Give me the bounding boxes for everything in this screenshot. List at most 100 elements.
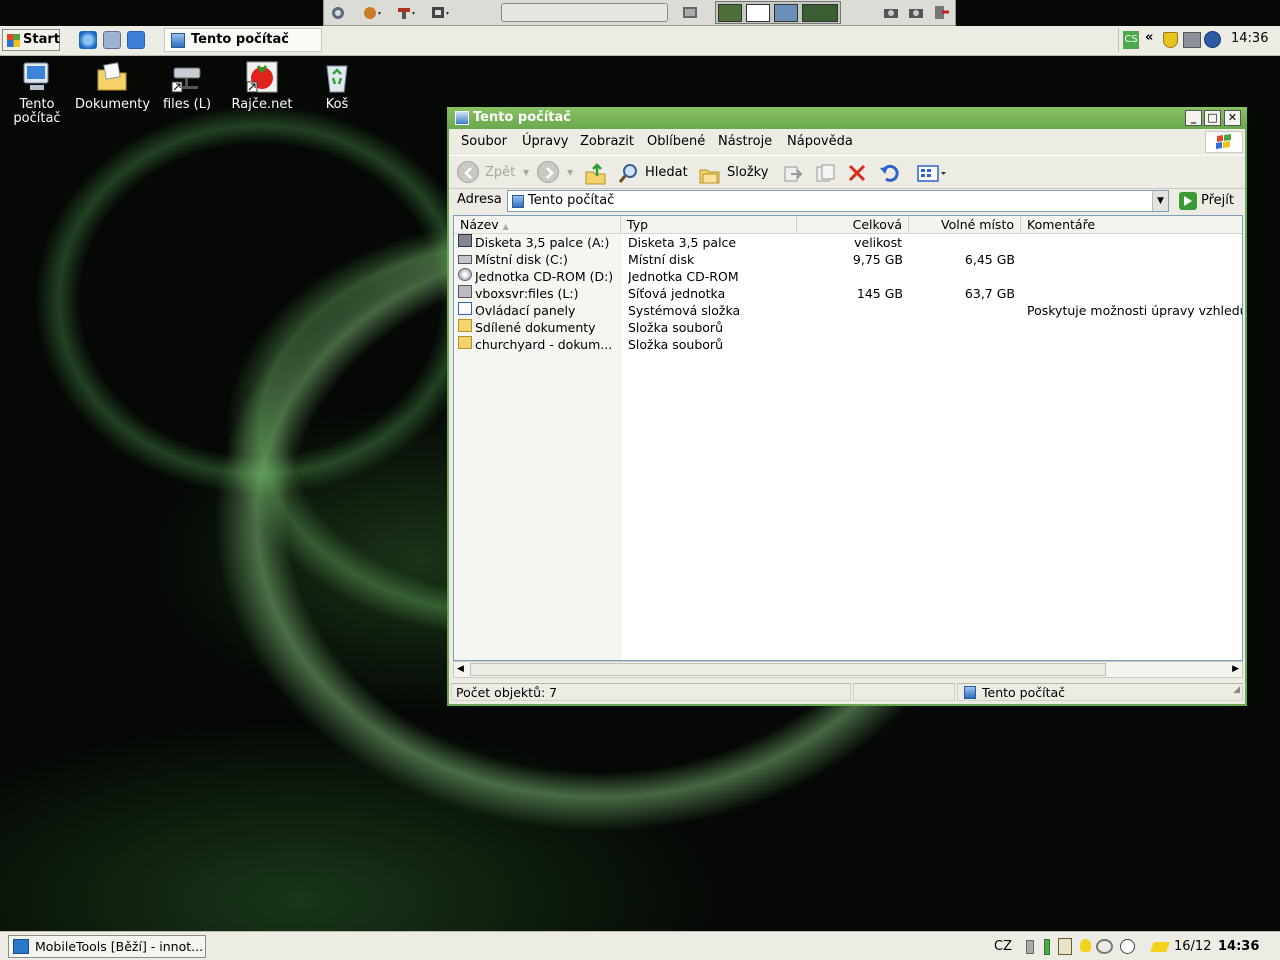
update-icon[interactable] — [127, 31, 145, 49]
list-item[interactable]: Sdílené dokumenty Složka souborů — [454, 319, 1242, 336]
battery-icon[interactable] — [1044, 939, 1050, 955]
start-button[interactable]: Start — [2, 29, 60, 51]
list-item[interactable]: Místní disk (C:) Místní disk 9,75 GB 6,4… — [454, 251, 1242, 268]
folders-button[interactable]: Složky — [727, 160, 768, 186]
date-display[interactable]: 16/12 — [1174, 932, 1211, 960]
address-input[interactable]: Tento počítač ▼ — [507, 190, 1169, 212]
network-icon[interactable] — [1183, 32, 1201, 48]
column-header-typ[interactable]: Typ — [621, 216, 797, 234]
horizontal-scrollbar[interactable]: ◀ ▶ — [453, 661, 1243, 678]
recycle-bin-icon — [320, 60, 354, 94]
desktop-icon-files[interactable]: files (L) — [150, 60, 224, 112]
forward-arrow-icon[interactable] — [537, 161, 559, 183]
desktop-icon-tento-pocitac[interactable]: Tento počítač — [0, 60, 74, 126]
clock-icon[interactable] — [1120, 939, 1135, 954]
tools-icon[interactable] — [396, 3, 418, 22]
scroll-right-icon[interactable]: ▶ — [1232, 662, 1239, 677]
virtualbox-icon[interactable] — [1204, 31, 1221, 48]
scrollbar-thumb[interactable] — [470, 663, 1106, 676]
back-arrow-icon[interactable] — [457, 161, 479, 183]
scroll-left-icon[interactable]: ◀ — [457, 662, 464, 677]
item-name: Sdílené dokumenty — [475, 320, 596, 335]
column-header-komentare[interactable]: Komentáře — [1021, 216, 1242, 234]
top-panel — [323, 0, 956, 26]
menu-upravy[interactable]: Úpravy — [522, 130, 568, 154]
desktop-icon-rajce[interactable]: Rajče.net — [225, 60, 299, 112]
folders-icon[interactable] — [697, 160, 721, 186]
app-launcher-icon[interactable] — [362, 3, 384, 22]
chevron-down-icon[interactable]: ▼ — [523, 160, 529, 186]
delete-icon[interactable] — [845, 160, 869, 186]
menu-napoveda[interactable]: Nápověda — [787, 130, 853, 154]
camera-icon[interactable] — [906, 3, 928, 22]
workspace-icon[interactable] — [430, 3, 452, 22]
usb-icon[interactable] — [1026, 940, 1034, 954]
menu-nastroje[interactable]: Nástroje — [718, 130, 772, 154]
item-type: Složka souborů — [628, 337, 723, 352]
toolbar: Zpět ▼ ▼ Hledat Složky — [449, 155, 1245, 189]
lightbulb-icon[interactable] — [1080, 939, 1091, 952]
item-type: Jednotka CD-ROM — [628, 269, 739, 284]
security-shield-icon[interactable] — [1163, 32, 1178, 48]
rajce-icon — [245, 60, 279, 94]
maximize-button[interactable]: □ — [1204, 110, 1221, 126]
time-display[interactable]: 14:36 — [1218, 932, 1259, 960]
move-to-icon[interactable] — [781, 160, 805, 186]
chevron-down-icon[interactable]: ▼ — [567, 160, 573, 186]
back-button-label[interactable]: Zpět — [485, 160, 515, 186]
item-name: Místní disk (C:) — [475, 252, 568, 267]
exit-icon[interactable] — [931, 3, 953, 22]
minimize-button[interactable]: _ — [1185, 110, 1202, 126]
window-titlebar[interactable]: Tento počítač _ □ ✕ — [447, 107, 1247, 129]
explorer-window: Tento počítač _ □ ✕ Soubor Úpravy Zobraz… — [447, 107, 1247, 706]
menu-soubor[interactable]: Soubor — [461, 130, 507, 154]
desktop-icon-dokumenty[interactable]: Dokumenty — [75, 60, 150, 112]
internet-explorer-icon[interactable] — [79, 31, 97, 49]
close-button[interactable]: ✕ — [1224, 110, 1241, 126]
address-label: Adresa — [457, 192, 502, 207]
tray-clock[interactable]: 14:36 — [1231, 31, 1268, 46]
item-name: Ovládací panely — [475, 303, 576, 318]
language-indicator[interactable]: CS — [1123, 31, 1139, 49]
column-header-nazev[interactable]: Název ▲ — [454, 216, 621, 234]
undo-icon[interactable] — [877, 160, 901, 186]
tray-expand-button[interactable]: « — [1145, 30, 1153, 45]
go-button[interactable]: Přejít — [1177, 190, 1241, 212]
list-item[interactable]: Disketa 3,5 palce (A:) Disketa 3,5 palce — [454, 234, 1242, 251]
resize-grip-icon[interactable]: ◢ — [1233, 681, 1240, 699]
column-header-volne-misto[interactable]: Volné místo — [909, 216, 1021, 234]
views-icon[interactable] — [915, 160, 949, 186]
taskbar: Start Tento počítač CS « 14:36 — [0, 26, 1280, 56]
settings-icon[interactable] — [328, 3, 350, 22]
computer-icon — [512, 195, 524, 208]
top-search-input[interactable] — [501, 3, 668, 22]
list-item[interactable]: churchyard - dokum... Složka souborů — [454, 336, 1242, 353]
keyboard-layout-indicator[interactable]: CZ — [994, 932, 1012, 960]
workspace-switcher-icon[interactable] — [715, 1, 841, 24]
taskbar-item-tento-pocitac[interactable]: Tento počítač — [164, 28, 322, 52]
search-button[interactable]: Hledat — [645, 160, 688, 186]
search-icon[interactable] — [617, 160, 641, 186]
list-item[interactable]: Jednotka CD-ROM (D:) Jednotka CD-ROM — [454, 268, 1242, 285]
menu-oblibene[interactable]: Oblíbené — [647, 130, 705, 154]
address-dropdown-button[interactable]: ▼ — [1152, 191, 1168, 211]
list-item[interactable]: Ovládací panely Systémová složka Poskytu… — [454, 302, 1242, 319]
item-total-size: 145 GB — [856, 286, 903, 301]
up-folder-icon[interactable] — [583, 160, 607, 186]
window-icon[interactable] — [680, 3, 702, 22]
column-header-celkova-velikost[interactable]: Celková velikost — [797, 216, 909, 250]
desktop-icon-kos[interactable]: Koš — [300, 60, 374, 112]
copy-to-icon[interactable] — [813, 160, 837, 186]
camera-icon[interactable] — [881, 3, 903, 22]
notes-icon[interactable] — [1150, 942, 1170, 952]
taskbar-item-label: Tento počítač — [191, 32, 289, 47]
email-icon[interactable] — [103, 31, 121, 49]
network-status-icon[interactable] — [1096, 939, 1113, 954]
list-item[interactable]: vboxsvr:files (L:) Síťová jednotka 145 G… — [454, 285, 1242, 302]
floppy-icon — [458, 234, 472, 247]
item-type: Místní disk — [628, 252, 695, 267]
taskbar-item-mobiletools[interactable]: MobileTools [Běží] - innot... — [8, 935, 206, 958]
clipboard-icon[interactable] — [1058, 938, 1072, 955]
menu-zobrazit[interactable]: Zobrazit — [580, 130, 634, 154]
status-object-count: Počet objektů: 7 — [451, 683, 851, 701]
